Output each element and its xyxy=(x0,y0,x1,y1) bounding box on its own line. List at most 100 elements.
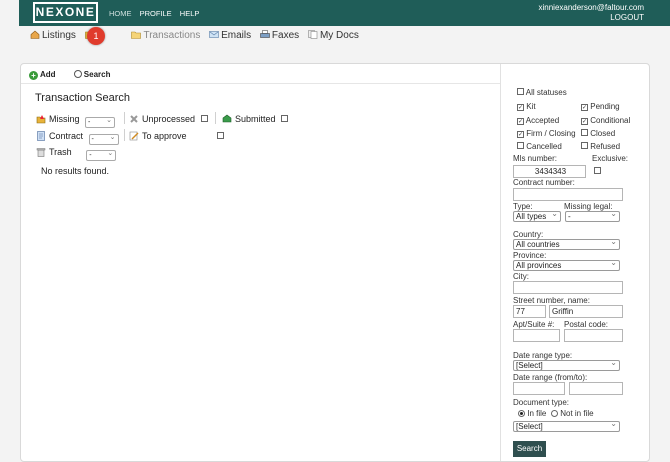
contract-number-input[interactable] xyxy=(513,188,623,201)
folder-icon xyxy=(131,31,142,39)
logout-link[interactable]: LOGOUT xyxy=(538,13,644,23)
pending-checkbox[interactable]: ✓ xyxy=(581,104,588,111)
status-kit: ✓ Kit xyxy=(517,102,536,111)
documents-icon xyxy=(308,30,318,39)
search-icon xyxy=(73,70,82,78)
main-panel: + Add Search Transaction Search Missing -… xyxy=(20,63,650,462)
apt-label: Apt/Suite #: xyxy=(513,320,555,329)
date-from-input[interactable] xyxy=(513,382,565,395)
nav-home[interactable]: HOME xyxy=(109,9,132,18)
tab-listings[interactable]: Listings xyxy=(30,30,76,41)
add-button[interactable]: + Add xyxy=(29,70,64,80)
city-label: City: xyxy=(513,272,529,281)
not-in-file-option[interactable]: Not in file xyxy=(551,409,594,418)
filter-unprocessed: Unprocessed xyxy=(129,114,208,124)
cancelled-checkbox[interactable] xyxy=(517,142,524,149)
not-in-file-radio[interactable] xyxy=(551,410,558,417)
street-label: Street number, name: xyxy=(513,296,590,305)
status-firm-closing: ✓ Firm / Closing xyxy=(517,129,576,138)
accepted-checkbox[interactable]: ✓ xyxy=(517,118,524,125)
street-name-input[interactable]: Griffin xyxy=(549,305,623,318)
firm-closing-checkbox[interactable]: ✓ xyxy=(517,131,524,138)
status-pending: ✓ Pending xyxy=(581,102,620,111)
status-refused: Refused xyxy=(581,142,620,151)
filter-to-approve: To approve xyxy=(129,131,225,141)
date-range-type-select[interactable]: [Select] xyxy=(513,358,620,371)
mls-number-input[interactable]: 3434343 xyxy=(513,165,586,178)
warning-folder-icon xyxy=(36,115,46,124)
top-nav: HOME PROFILE HELP xyxy=(109,9,205,18)
filter-missing: Missing - xyxy=(36,114,116,128)
filter-submitted: Submitted xyxy=(222,114,289,124)
exclusive-label: Exclusive: xyxy=(592,154,629,163)
document-type-select[interactable]: [Select] xyxy=(513,419,620,432)
country-select[interactable]: All countries xyxy=(513,237,620,250)
contract-icon xyxy=(37,131,45,141)
page-title: Transaction Search xyxy=(35,92,130,104)
all-statuses-checkbox[interactable] xyxy=(517,88,524,95)
toolbar: + Add Search xyxy=(29,70,126,80)
step-badge: 1 xyxy=(87,27,105,45)
separator xyxy=(124,129,125,141)
mls-label: Mls number: xyxy=(513,154,558,163)
refused-checkbox[interactable] xyxy=(581,142,588,149)
date-range-type-label: Date range type: xyxy=(513,351,573,360)
separator xyxy=(215,112,216,124)
logo[interactable]: NEXONE xyxy=(33,2,98,23)
unprocessed-checkbox[interactable] xyxy=(200,115,208,122)
plus-icon: + xyxy=(29,71,38,80)
tab-transactions[interactable]: Transactions xyxy=(131,30,200,41)
missing-legal-select[interactable]: - xyxy=(565,209,620,222)
type-label: Type: xyxy=(513,202,533,211)
type-select[interactable]: All types xyxy=(513,209,561,222)
apt-input[interactable] xyxy=(513,329,560,342)
status-closed: Closed xyxy=(581,129,615,138)
missing-legal-label: Missing legal: xyxy=(564,202,613,211)
to-approve-checkbox[interactable] xyxy=(217,132,225,139)
top-bar: NEXONE HOME PROFILE HELP xinniexanderson… xyxy=(19,0,670,26)
date-range-label: Date range (from/to): xyxy=(513,373,588,382)
search-sidebar: All statuses ✓ Kit ✓ Pending ✓ Accepted … xyxy=(500,64,649,461)
nav-help[interactable]: HELP xyxy=(180,9,200,18)
kit-checkbox[interactable]: ✓ xyxy=(517,104,524,111)
trash-select[interactable]: - xyxy=(86,149,117,161)
submitted-checkbox[interactable] xyxy=(281,115,289,122)
printer-icon xyxy=(260,30,270,38)
status-conditional: ✓ Conditional xyxy=(581,116,631,125)
trash-icon xyxy=(36,148,46,157)
province-label: Province: xyxy=(513,251,547,260)
postal-code-input[interactable] xyxy=(564,329,623,342)
module-tabs: Listings Transactions Emails Faxes My Do… xyxy=(30,27,365,45)
envelope-icon xyxy=(209,31,219,38)
in-file-option[interactable]: In file xyxy=(518,409,546,418)
country-label: Country: xyxy=(513,230,544,239)
submitted-icon xyxy=(222,114,232,123)
exclusive-field xyxy=(594,167,601,176)
postal-code-label: Postal code: xyxy=(564,320,609,329)
conditional-checkbox[interactable]: ✓ xyxy=(581,118,588,125)
filter-contract: Contract - xyxy=(36,131,119,145)
exclusive-checkbox[interactable] xyxy=(594,167,601,174)
no-results-text: No results found. xyxy=(41,166,110,176)
closed-checkbox[interactable] xyxy=(581,129,588,136)
contract-select[interactable]: - xyxy=(88,133,119,145)
tab-emails[interactable]: Emails xyxy=(209,30,251,41)
date-to-input[interactable] xyxy=(569,382,623,395)
user-box: xinniexanderson@faltour.com LOGOUT xyxy=(538,3,644,23)
tab-faxes[interactable]: Faxes xyxy=(260,30,299,41)
tab-my-docs[interactable]: My Docs xyxy=(308,30,359,41)
province-select[interactable]: All provinces xyxy=(513,258,620,271)
nav-profile[interactable]: PROFILE xyxy=(140,9,172,18)
search-button[interactable]: Search xyxy=(73,70,119,79)
filter-trash: Trash - xyxy=(36,147,117,161)
sidebar-search-button[interactable]: Search xyxy=(513,441,546,457)
city-input[interactable] xyxy=(513,281,623,294)
street-number-input[interactable]: 77 xyxy=(513,305,546,318)
results-pane: + Add Search Transaction Search Missing -… xyxy=(21,64,500,461)
house-icon xyxy=(30,30,40,39)
in-file-radio[interactable] xyxy=(518,410,525,417)
status-all: All statuses xyxy=(517,88,567,97)
x-icon xyxy=(130,115,138,123)
missing-select[interactable]: - xyxy=(85,116,116,128)
user-email: xinniexanderson@faltour.com xyxy=(538,3,644,12)
